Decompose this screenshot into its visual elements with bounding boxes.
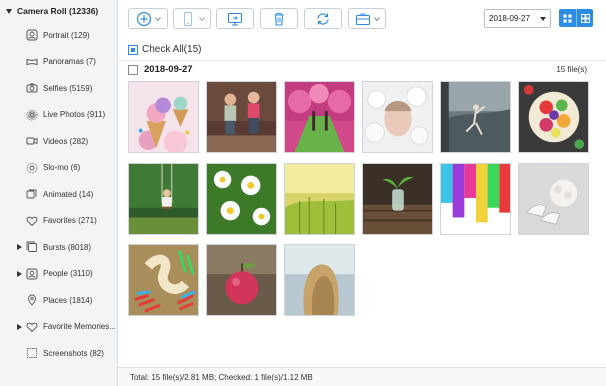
photo-thumbnail-paint-drips[interactable] [440,163,511,235]
heart-icon [26,322,38,332]
add-icon [136,11,151,26]
group-date: 2018-09-27 [144,64,193,75]
sidebar-item-bursts[interactable]: Bursts (8018) [0,234,117,261]
live-photo-icon [26,109,38,121]
date-group-header: 2018-09-27 15 file(s) [118,60,606,78]
sidebar-item-portrait[interactable]: Portrait (129) [0,22,117,49]
photo-thumbnail-blossom-trees[interactable] [284,81,355,153]
sidebar-root-camera-roll[interactable]: Camera Roll (12336) [0,0,117,22]
toolbox-icon [355,13,370,25]
expand-arrow-icon[interactable] [17,270,22,277]
delete-button[interactable] [260,8,298,29]
grid-view-button[interactable] [559,9,576,27]
sidebar: Camera Roll (12336) Portrait (129) Panor… [0,0,118,386]
sidebar-root-label: Camera Roll (12336) [17,6,99,16]
sidebar-item-label: Selfies (5159) [43,83,93,93]
large-view-button[interactable] [576,9,593,27]
expand-arrow-icon[interactable] [17,323,22,330]
grid-view-icon [563,13,572,23]
sidebar-item-label: Favorite Memories... [43,322,116,332]
chevron-down-icon [154,16,161,21]
dropdown-arrow-icon [540,17,546,21]
sidebar-item-label: Portrait (129) [43,30,90,40]
sidebar-item-label: Favorites (271) [43,216,97,226]
photo-thumbnail-wedding-bouquet[interactable] [518,163,589,235]
date-filter-select[interactable]: 2018-09-27 [484,9,551,28]
heart-icon [26,216,38,226]
sidebar-item-label: Screenshots (82) [43,348,104,358]
burst-icon [26,241,37,253]
delete-icon [274,12,284,26]
sidebar-item-label: People (3110) [43,269,93,279]
sidebar-item-panoramas[interactable]: Panoramas (7) [0,49,117,76]
photo-thumbnail-dancer-in-mist[interactable] [440,81,511,153]
people-icon [26,268,38,280]
panorama-icon [26,58,38,65]
video-icon [26,137,38,145]
refresh-button[interactable] [304,8,342,29]
check-all-checkbox[interactable] [128,44,138,55]
chevron-down-icon [198,16,205,21]
toolbox-button[interactable] [348,8,386,29]
toolbar: 2018-09-27 [118,0,606,38]
date-filter-value: 2018-09-27 [489,14,530,23]
sidebar-item-label: Videos (282) [43,136,89,146]
photo-thumbnail-wheat-field[interactable] [284,163,355,235]
photo-thumbnail-fruit-bowl[interactable] [518,81,589,153]
sidebar-item-label: Animated (14) [43,189,94,199]
photo-thumbnail-red-apple[interactable] [206,244,277,316]
screenshot-icon [27,348,37,359]
status-text: Total: 15 file(s)/2.81 MB; Checked: 1 fi… [130,372,313,382]
group-checkbox[interactable] [128,64,138,75]
sidebar-item-label: Panoramas (7) [43,57,96,67]
sidebar-item-live-photos[interactable]: Live Photos (911) [0,102,117,129]
sidebar-item-slo-mo[interactable]: Slo-mo (6) [0,155,117,182]
export-to-pc-button[interactable] [216,8,254,29]
photo-thumbnail-girl-on-swing[interactable] [128,163,199,235]
expand-arrow-icon[interactable] [17,244,22,250]
add-button[interactable] [128,8,168,29]
animated-icon [26,189,37,199]
export-to-pc-icon [227,12,243,26]
sidebar-item-videos[interactable]: Videos (282) [0,128,117,155]
sidebar-item-label: Places (1814) [43,295,93,305]
photo-thumbnail-sprout-in-bottle[interactable] [362,163,433,235]
sidebar-item-label: Bursts (8018) [43,242,92,252]
status-bar: Total: 15 file(s)/2.81 MB; Checked: 1 fi… [118,367,606,386]
photo-thumbnail-colored-pencils[interactable] [128,244,199,316]
check-all-row[interactable]: Check All(15) [128,44,201,55]
selfie-icon [26,83,38,93]
sidebar-item-places[interactable]: Places (1814) [0,287,117,314]
sidebar-list: Portrait (129) Panoramas (7) Selfies (51… [0,22,117,367]
photo-thumbnail-white-flowers-portrait[interactable] [362,81,433,153]
sidebar-item-label: Slo-mo (6) [43,163,81,173]
photo-thumbnail-ice-cream[interactable] [128,81,199,153]
sidebar-item-favorites[interactable]: Favorites (271) [0,208,117,235]
export-to-device-icon [183,11,192,26]
slo-mo-icon [26,162,38,174]
sidebar-item-animated[interactable]: Animated (14) [0,181,117,208]
location-pin-icon [28,294,36,306]
chevron-down-icon [373,16,380,21]
sidebar-item-favorite-memories[interactable]: Favorite Memories... [0,314,117,341]
collapse-arrow-icon[interactable] [6,8,12,14]
photo-thumbnail-blonde-hair[interactable] [284,244,355,316]
sidebar-item-label: Live Photos (911) [43,110,106,120]
photo-thumbnail-two-children[interactable] [206,81,277,153]
check-all-label: Check All(15) [142,44,202,55]
photo-thumbnail-daisies[interactable] [206,163,277,235]
export-to-device-button[interactable] [173,8,211,29]
group-file-count: 15 file(s) [556,65,587,74]
portrait-icon [26,29,38,41]
sidebar-item-selfies[interactable]: Selfies (5159) [0,75,117,102]
refresh-icon [317,12,329,25]
large-grid-view-icon [580,13,590,23]
sidebar-item-screenshots[interactable]: Screenshots (82) [0,340,117,367]
sidebar-item-people[interactable]: People (3110) [0,261,117,288]
